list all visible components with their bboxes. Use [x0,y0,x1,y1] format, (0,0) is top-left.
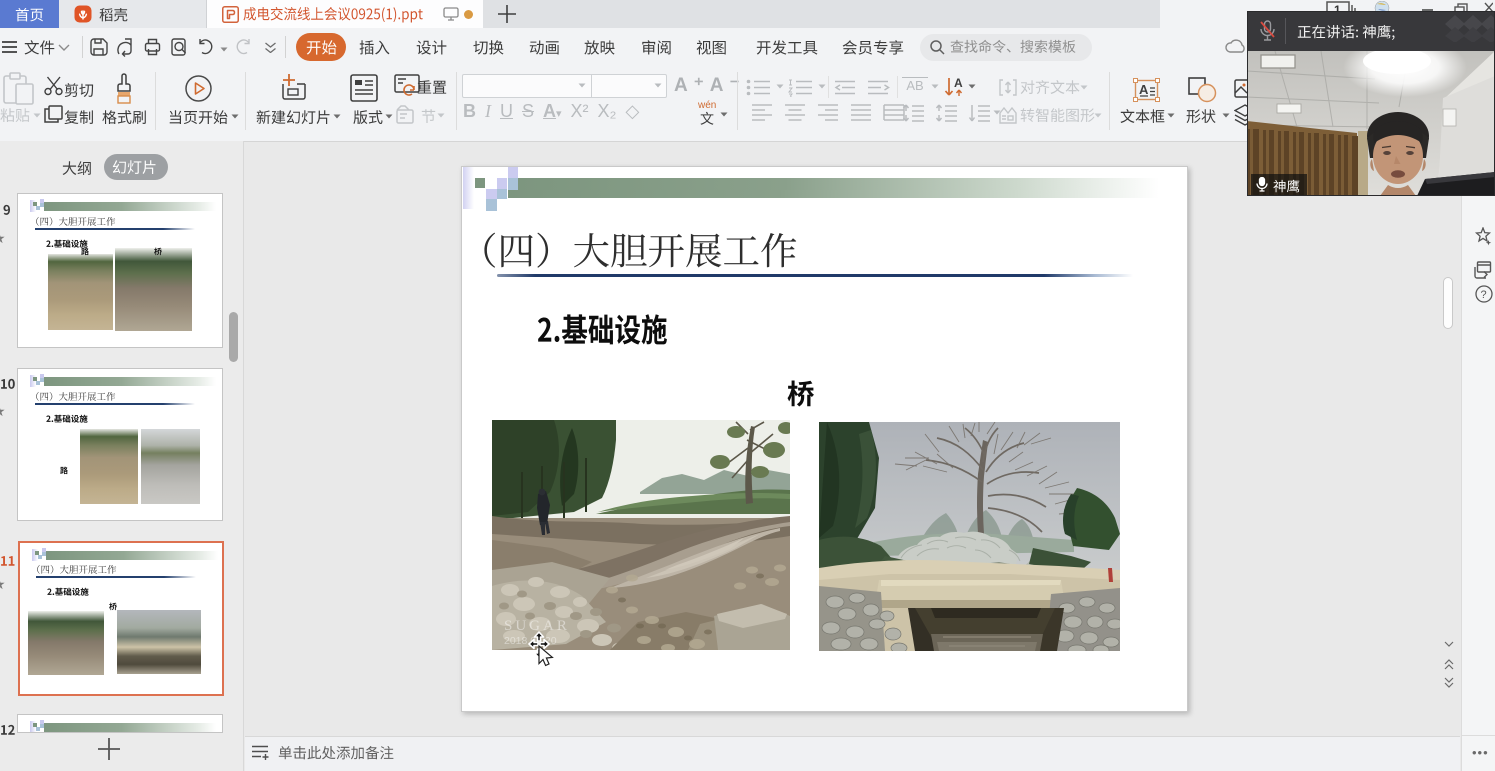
svg-text:1: 1 [1334,3,1341,11]
svg-text:?: ? [1481,289,1487,301]
svg-text:A: A [954,76,963,90]
svg-text:A: A [1139,82,1149,97]
